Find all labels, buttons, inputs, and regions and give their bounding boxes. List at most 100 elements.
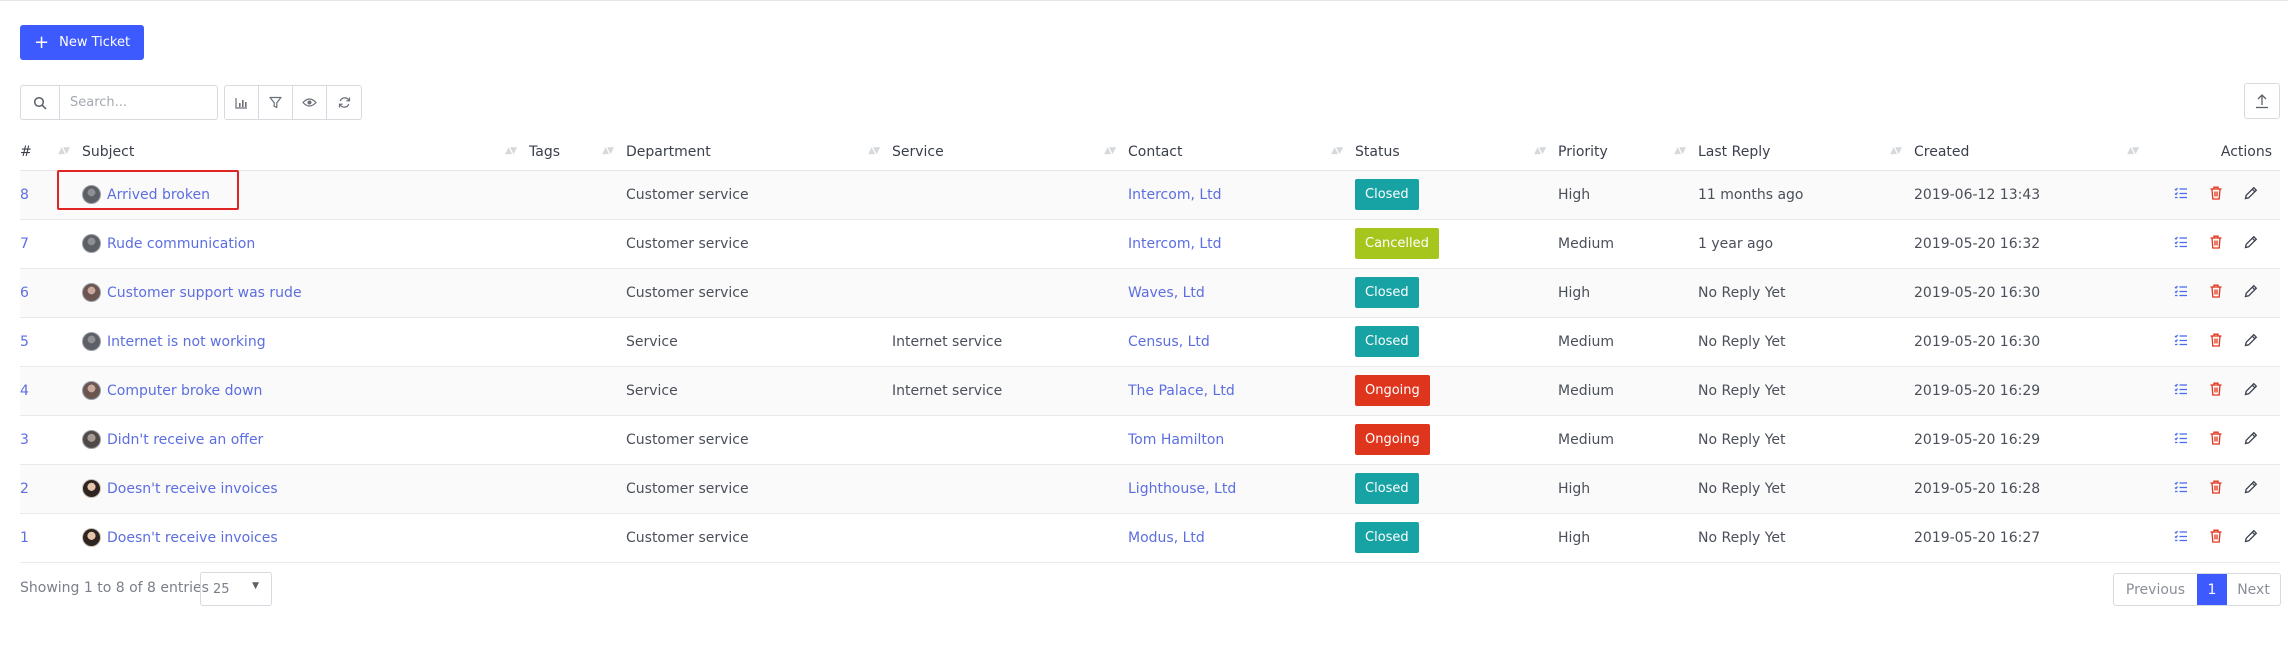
subject-link[interactable]: Internet is not working xyxy=(107,334,266,350)
trash-icon[interactable] xyxy=(2210,382,2222,400)
ticket-id-link[interactable]: 1 xyxy=(20,530,29,546)
col-header-subject[interactable]: Subject ▲▼ xyxy=(82,134,529,171)
trash-icon[interactable] xyxy=(2210,529,2222,547)
subject-link[interactable]: Didn't receive an offer xyxy=(107,432,263,448)
tags-cell xyxy=(529,464,626,514)
col-header-priority[interactable]: Priority ▲▼ xyxy=(1558,134,1698,171)
subject-cell: Internet is not working xyxy=(82,317,529,367)
subject-cell: Doesn't receive invoices xyxy=(82,464,529,514)
trash-icon[interactable] xyxy=(2210,284,2222,302)
col-header-last-reply[interactable]: Last Reply ▲▼ xyxy=(1698,134,1914,171)
status-badge: Closed xyxy=(1355,473,1419,504)
subject-link[interactable]: Customer support was rude xyxy=(107,285,302,301)
contact-link[interactable]: Lighthouse, Ltd xyxy=(1128,481,1236,497)
filter-button[interactable] xyxy=(259,86,293,119)
pencil-icon[interactable] xyxy=(2244,382,2258,400)
ticket-id-link[interactable]: 7 xyxy=(20,236,29,252)
contact-link[interactable]: Waves, Ltd xyxy=(1128,285,1205,301)
subject-link[interactable]: Computer broke down xyxy=(107,383,262,399)
export-button[interactable] xyxy=(2244,83,2280,119)
contact-link[interactable]: Intercom, Ltd xyxy=(1128,187,1222,203)
pencil-icon[interactable] xyxy=(2244,235,2258,253)
tasks-icon[interactable] xyxy=(2174,334,2188,350)
tags-cell xyxy=(529,415,626,465)
refresh-icon xyxy=(338,97,350,108)
sort-icon: ▲▼ xyxy=(868,146,880,156)
col-header-service[interactable]: Service ▲▼ xyxy=(892,134,1128,171)
col-header-status[interactable]: Status ▲▼ xyxy=(1355,134,1558,171)
contact-link[interactable]: Census, Ltd xyxy=(1128,334,1210,350)
tasks-icon[interactable] xyxy=(2174,285,2188,301)
contact-cell: Census, Ltd xyxy=(1128,317,1355,367)
page-1-button[interactable]: 1 xyxy=(2197,574,2227,605)
col-header-contact[interactable]: Contact ▲▼ xyxy=(1128,134,1355,171)
tasks-icon[interactable] xyxy=(2174,530,2188,546)
pencil-icon[interactable] xyxy=(2244,529,2258,547)
pencil-icon[interactable] xyxy=(2244,480,2258,498)
tags-cell xyxy=(529,366,626,416)
tasks-icon[interactable] xyxy=(2174,383,2188,399)
contact-link[interactable]: The Palace, Ltd xyxy=(1128,383,1235,399)
next-page-button[interactable]: Next xyxy=(2227,574,2280,605)
col-header-tags[interactable]: Tags ▲▼ xyxy=(529,134,626,171)
new-ticket-button[interactable]: + New Ticket xyxy=(20,25,144,60)
contact-link[interactable]: Tom Hamilton xyxy=(1128,432,1224,448)
trash-icon[interactable] xyxy=(2210,235,2222,253)
trash-icon[interactable] xyxy=(2210,431,2222,449)
tasks-icon[interactable] xyxy=(2174,187,2188,203)
col-header-department[interactable]: Department ▲▼ xyxy=(626,134,892,171)
col-header-created[interactable]: Created ▲▼ xyxy=(1914,134,2151,171)
last-reply-cell: No Reply Yet xyxy=(1698,415,1914,465)
subject-link[interactable]: Doesn't receive invoices xyxy=(107,481,278,497)
ticket-id-link[interactable]: 6 xyxy=(20,285,29,301)
tasks-icon[interactable] xyxy=(2174,481,2188,497)
trash-icon[interactable] xyxy=(2210,333,2222,351)
page-size-value: 25 xyxy=(213,581,230,597)
search-input[interactable] xyxy=(60,86,217,119)
ticket-id-link[interactable]: 8 xyxy=(20,187,29,203)
actions-cell xyxy=(2151,513,2280,563)
pencil-icon[interactable] xyxy=(2244,186,2258,204)
tasks-icon[interactable] xyxy=(2174,432,2188,448)
service-cell xyxy=(892,268,1128,318)
avatar xyxy=(82,528,101,547)
last-reply-cell: No Reply Yet xyxy=(1698,268,1914,318)
ticket-id-link[interactable]: 4 xyxy=(20,383,29,399)
visibility-button[interactable] xyxy=(293,86,327,119)
trash-icon[interactable] xyxy=(2210,186,2222,204)
trash-icon[interactable] xyxy=(2210,480,2222,498)
subject-link[interactable]: Rude communication xyxy=(107,236,255,252)
pencil-icon[interactable] xyxy=(2244,284,2258,302)
contact-link[interactable]: Modus, Ltd xyxy=(1128,530,1205,546)
pencil-icon[interactable] xyxy=(2244,431,2258,449)
col-header-id[interactable]: # ▲▼ xyxy=(20,134,82,171)
actions-cell xyxy=(2151,366,2280,416)
subject-cell: Rude communication xyxy=(82,219,529,269)
last-reply-cell: 11 months ago xyxy=(1698,170,1914,220)
ticket-id-link[interactable]: 3 xyxy=(20,432,29,448)
pencil-icon[interactable] xyxy=(2244,333,2258,351)
plus-icon: + xyxy=(34,31,50,53)
previous-page-button[interactable]: Previous xyxy=(2114,574,2197,605)
last-reply-cell: 1 year ago xyxy=(1698,219,1914,269)
status-badge: Closed xyxy=(1355,326,1419,357)
contact-link[interactable]: Intercom, Ltd xyxy=(1128,236,1222,252)
department-cell: Service xyxy=(626,366,892,416)
tags-cell xyxy=(529,268,626,318)
table-row: 3 Didn't receive an offer Customer service… xyxy=(20,415,2280,465)
status-badge: Ongoing xyxy=(1355,375,1430,406)
last-reply-cell: No Reply Yet xyxy=(1698,317,1914,367)
chart-button[interactable] xyxy=(225,86,259,119)
created-cell: 2019-05-20 16:27 xyxy=(1914,513,2151,563)
tasks-icon[interactable] xyxy=(2174,236,2188,252)
subject-link[interactable]: Doesn't receive invoices xyxy=(107,530,278,546)
department-cell: Customer service xyxy=(626,219,892,269)
page-size-select[interactable]: 25 ▼ xyxy=(200,572,272,606)
last-reply-cell: No Reply Yet xyxy=(1698,366,1914,416)
ticket-id-cell: 1 xyxy=(20,513,82,563)
subject-cell: Computer broke down xyxy=(82,366,529,416)
ticket-id-link[interactable]: 2 xyxy=(20,481,29,497)
ticket-id-link[interactable]: 5 xyxy=(20,334,29,350)
refresh-button[interactable] xyxy=(327,86,361,119)
ticket-id-cell: 5 xyxy=(20,317,82,367)
